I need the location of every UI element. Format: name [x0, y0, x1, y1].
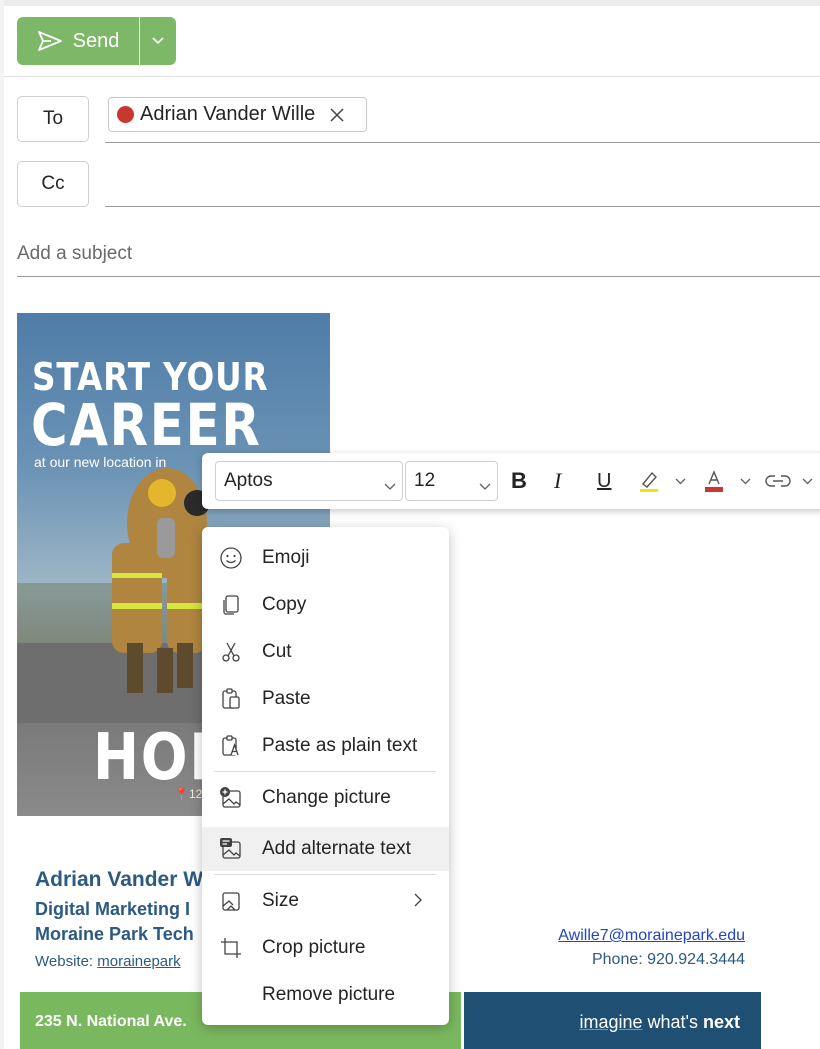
chevron-right-icon — [414, 891, 422, 913]
presence-dot — [117, 106, 134, 123]
italic-icon: I — [554, 468, 562, 493]
font-color-icon — [702, 469, 726, 493]
menu-item-label: Paste — [262, 688, 311, 709]
font-family-value: Aptos — [224, 470, 273, 491]
chevron-down-icon — [802, 478, 813, 485]
menu-item-size[interactable]: Size — [202, 879, 449, 923]
menu-item-label: Paste as plain text — [262, 735, 418, 756]
picture-context-menu: Emoji Copy Cut Paste Paste as plain text… — [202, 527, 449, 1025]
menu-item-label: Add alternate text — [262, 838, 411, 859]
website-link[interactable]: morainepark — [97, 953, 180, 970]
paste-icon — [219, 687, 243, 711]
recipient-chip[interactable]: Adrian Vander Wille — [108, 97, 367, 132]
highlight-dropdown[interactable] — [675, 467, 686, 495]
signature-website: Website: morainepark — [35, 953, 181, 970]
font-color-dropdown[interactable] — [740, 467, 751, 495]
chevron-down-icon — [479, 475, 491, 497]
bold-icon: B — [511, 468, 527, 493]
send-button[interactable]: Send — [17, 17, 139, 65]
font-size-select[interactable]: 12 — [405, 461, 498, 501]
signature-tagline: imagine what's next — [579, 1012, 740, 1033]
menu-item-label: Crop picture — [262, 937, 366, 958]
signature-phone: Phone: 920.924.3444 — [591, 951, 745, 968]
font-size-value: 12 — [414, 470, 436, 491]
toolbar-divider — [4, 76, 820, 77]
chevron-down-icon — [675, 478, 686, 485]
menu-item-change-picture[interactable]: Change picture — [202, 776, 449, 820]
size-icon — [219, 889, 243, 913]
link-dropdown[interactable] — [802, 467, 813, 495]
menu-item-label: Cut — [262, 641, 292, 662]
chevron-down-icon — [740, 478, 751, 485]
signature-org: Moraine Park Tech — [35, 924, 194, 944]
chevron-down-icon — [152, 37, 164, 45]
menu-item-label: Remove picture — [262, 984, 396, 1005]
window-top-strip — [0, 0, 820, 6]
cut-icon — [219, 640, 243, 664]
signature-email-link[interactable]: Awille7@morainepark.edu — [558, 927, 745, 945]
signature-name: Adrian Vander W — [35, 868, 204, 891]
link-icon — [765, 474, 791, 488]
signature-tagline-band: imagine what's next — [464, 992, 761, 1049]
underline-button[interactable]: U — [597, 467, 611, 495]
menu-item-label: Copy — [262, 594, 307, 615]
send-label: Send — [72, 29, 120, 52]
send-icon — [37, 30, 63, 52]
subject-input[interactable]: Add a subject — [17, 243, 132, 265]
cc-button[interactable]: Cc — [17, 161, 89, 207]
menu-item-emoji[interactable]: Emoji — [202, 536, 449, 580]
menu-item-paste[interactable]: Paste — [202, 677, 449, 721]
poster-subline: at our new location in — [34, 454, 167, 470]
chevron-down-icon — [384, 475, 396, 497]
crop-icon — [219, 936, 243, 960]
font-color-button[interactable] — [702, 467, 726, 495]
to-button[interactable]: To — [17, 96, 89, 142]
emoji-icon — [219, 546, 243, 570]
remove-recipient-icon[interactable] — [329, 107, 345, 123]
send-options-dropdown[interactable] — [140, 17, 176, 65]
menu-item-cut[interactable]: Cut — [202, 630, 449, 674]
tagline-next: next — [702, 1012, 740, 1032]
menu-item-copy[interactable]: Copy — [202, 583, 449, 627]
window-left-edge — [0, 0, 4, 1049]
to-label: To — [42, 108, 64, 129]
underline-icon: U — [597, 469, 612, 492]
font-family-select[interactable]: Aptos — [215, 461, 403, 501]
recipient-name: Adrian Vander Wille — [140, 103, 316, 125]
menu-item-remove-picture[interactable]: Remove picture — [202, 973, 449, 1017]
paste-plain-text-icon — [219, 734, 243, 758]
bold-button[interactable]: B — [511, 467, 527, 495]
signature-title: Digital Marketing I — [35, 899, 191, 919]
signature-address: 235 N. National Ave. — [35, 1013, 187, 1030]
copy-icon — [219, 593, 243, 617]
menu-separator — [214, 874, 436, 875]
menu-item-paste-plain-text[interactable]: Paste as plain text — [202, 724, 449, 768]
website-label: Website: — [35, 953, 94, 970]
menu-item-add-alt-text[interactable]: Add alternate text — [202, 827, 449, 871]
to-field-underline[interactable] — [105, 142, 820, 143]
send-split-button: Send — [17, 17, 176, 65]
highlight-button[interactable] — [637, 467, 661, 495]
highlighter-icon — [637, 469, 661, 493]
link-button[interactable] — [765, 467, 791, 495]
alt-text-icon — [219, 837, 243, 861]
cc-label: Cc — [41, 173, 65, 194]
poster-headline-2: CAREER — [31, 391, 262, 459]
tagline-imagine: imagine — [579, 1012, 643, 1032]
cc-field[interactable] — [105, 206, 820, 207]
poster-address-pin: 📍12 — [174, 787, 203, 801]
menu-item-label: Change picture — [262, 787, 391, 808]
subject-underline — [17, 276, 820, 277]
italic-button[interactable]: I — [554, 467, 561, 495]
menu-item-crop-picture[interactable]: Crop picture — [202, 926, 449, 970]
menu-item-label: Size — [262, 890, 299, 911]
menu-item-label: Emoji — [262, 547, 310, 568]
send-divider — [139, 17, 140, 65]
change-picture-icon — [219, 786, 243, 810]
tagline-middle: what's — [642, 1012, 703, 1032]
format-toolbar: Aptos 12 B I U — [202, 453, 820, 509]
menu-separator — [214, 771, 436, 772]
